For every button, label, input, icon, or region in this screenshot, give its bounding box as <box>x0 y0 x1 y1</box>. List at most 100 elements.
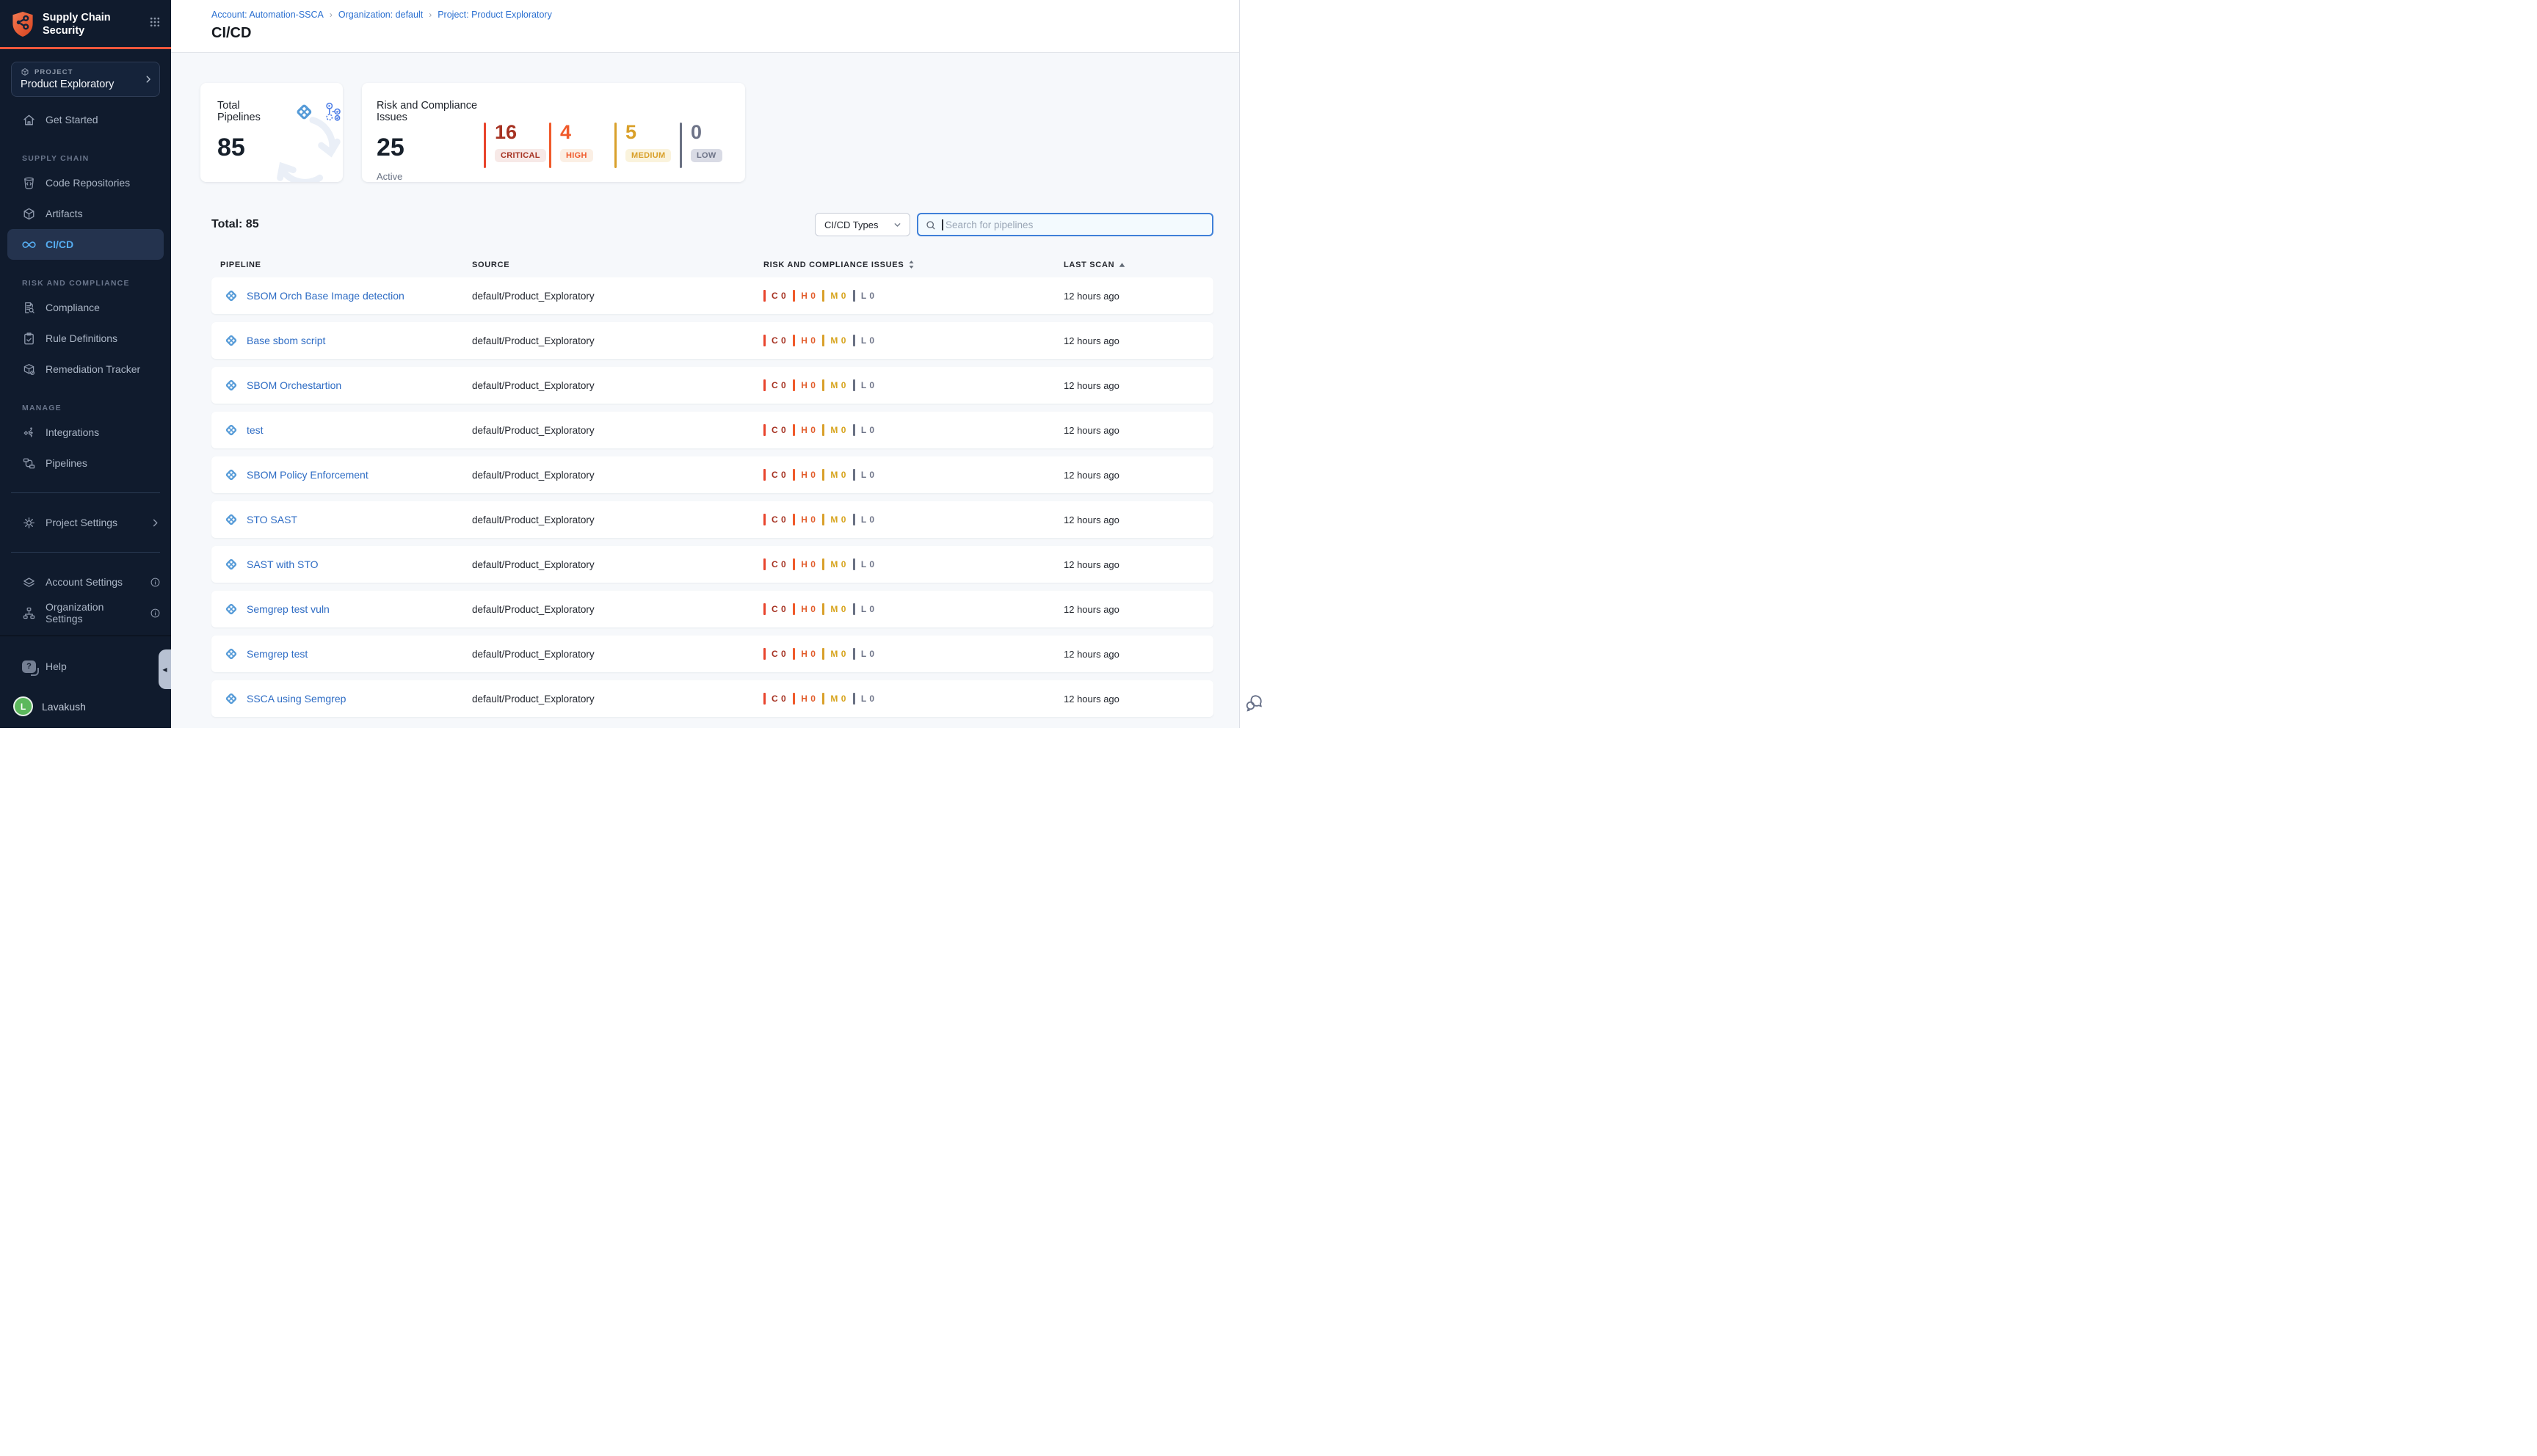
last-scan: 12 hours ago <box>1064 649 1213 660</box>
severity-chip-c: C 0 <box>763 514 786 525</box>
severity-chip-l: L 0 <box>853 424 875 436</box>
pipeline-name-link[interactable]: STO SAST <box>225 513 472 526</box>
chip-bar <box>822 379 824 391</box>
pipeline-diamond-icon <box>225 289 238 302</box>
sidebar-item-project-settings[interactable]: Project Settings <box>0 507 171 538</box>
sidebar-item-account-settings[interactable]: Account Settings <box>0 567 171 597</box>
last-scan: 12 hours ago <box>1064 380 1213 391</box>
pipeline-diamond-icon <box>225 692 238 705</box>
breadcrumb-link-0[interactable]: Account: Automation-SSCA <box>211 10 324 20</box>
severity-summary: 16 CRITICAL 4 HIGH 5 MEDIUM 0 LOW <box>484 123 745 182</box>
app-switcher-grid-icon[interactable] <box>149 16 161 28</box>
cicd-types-dropdown[interactable]: CI/CD Types <box>815 213 910 236</box>
search-input[interactable] <box>918 214 1212 235</box>
chip-bar <box>763 379 766 391</box>
severity-badge: CRITICAL <box>495 149 546 162</box>
chip-bar <box>793 603 795 615</box>
sidebar-item-get-started[interactable]: Get Started <box>0 104 171 135</box>
chip-bar <box>853 335 855 346</box>
sidebar-collapse-handle[interactable]: ◀ <box>159 649 171 689</box>
pipeline-name-link[interactable]: Semgrep test <box>225 647 472 660</box>
pipeline-name-link[interactable]: SBOM Orchestartion <box>225 379 472 392</box>
code-repo-icon <box>22 176 36 190</box>
risk-chips: C 0 H 0 M 0 L 0 <box>763 603 1064 615</box>
severity-chip-h: H 0 <box>793 514 816 525</box>
info-icon <box>150 608 161 619</box>
user-menu[interactable]: L Lavakush <box>0 691 171 716</box>
doc-search-icon <box>22 301 36 315</box>
severity-chip-m: M 0 <box>822 424 846 436</box>
pipeline-name-link[interactable]: Semgrep test vuln <box>225 603 472 616</box>
sidebar-item-help[interactable]: ? Help <box>0 651 171 682</box>
chip-bar <box>853 693 855 705</box>
table-row[interactable]: test default/Product_Exploratory C 0 H 0… <box>211 412 1213 448</box>
sidebar-divider <box>11 492 160 493</box>
pipeline-source: default/Product_Exploratory <box>472 559 763 570</box>
severity-low: 0 LOW <box>680 123 745 182</box>
last-scan: 12 hours ago <box>1064 470 1213 481</box>
column-header-last-scan[interactable]: LAST SCAN <box>1064 260 1213 269</box>
table-row[interactable]: SAST with STO default/Product_Explorator… <box>211 546 1213 583</box>
sidebar-item-pipelines[interactable]: Pipelines <box>0 448 171 478</box>
column-header-risk-and-compliance-issues[interactable]: RISK AND COMPLIANCE ISSUES <box>763 260 1064 269</box>
severity-chip-h: H 0 <box>793 379 816 391</box>
risk-chips: C 0 H 0 M 0 L 0 <box>763 693 1064 705</box>
severity-chip-l: L 0 <box>853 514 875 525</box>
sidebar-item-code-repositories[interactable]: Code Repositories <box>0 167 171 198</box>
sidebar-item-remediation-tracker[interactable]: Remediation Tracker <box>0 354 171 385</box>
sidebar-item-ci-cd[interactable]: CI/CD <box>7 229 164 260</box>
chip-bar <box>763 603 766 615</box>
pipeline-name-link[interactable]: SSCA using Semgrep <box>225 692 472 705</box>
sidebar-item-organization-settings[interactable]: Organization Settings <box>0 597 171 628</box>
pipeline-source: default/Product_Exploratory <box>472 425 763 436</box>
table-row[interactable]: SBOM Orchestartion default/Product_Explo… <box>211 367 1213 404</box>
share-nodes-icon <box>22 426 36 440</box>
table-row[interactable]: Base sbom script default/Product_Explora… <box>211 322 1213 359</box>
support-chat-bubbles-icon[interactable] <box>1245 694 1264 712</box>
project-selector[interactable]: PROJECT Product Exploratory <box>11 62 160 97</box>
total-pipelines-value: 85 <box>217 135 343 160</box>
pipeline-name-link[interactable]: SBOM Policy Enforcement <box>225 468 472 481</box>
severity-chip-h: H 0 <box>793 335 816 346</box>
table-row[interactable]: Semgrep test default/Product_Exploratory… <box>211 636 1213 672</box>
sidebar-item-integrations[interactable]: Integrations <box>0 417 171 448</box>
project-label: PROJECT <box>35 68 73 76</box>
breadcrumb: Account: Automation-SSCA›Organization: d… <box>211 10 1239 20</box>
chip-bar <box>822 514 824 525</box>
chip-bar <box>763 424 766 436</box>
chip-bar <box>793 469 795 481</box>
severity-chip-m: M 0 <box>822 693 846 705</box>
pipeline-source: default/Product_Exploratory <box>472 604 763 615</box>
sidebar-item-compliance[interactable]: Compliance <box>0 292 171 323</box>
sidebar-item-artifacts[interactable]: Artifacts <box>0 198 171 229</box>
table-row[interactable]: STO SAST default/Product_Exploratory C 0… <box>211 501 1213 538</box>
table-row[interactable]: SBOM Policy Enforcement default/Product_… <box>211 456 1213 493</box>
pipeline-name-link[interactable]: SAST with STO <box>225 558 472 571</box>
pipeline-name-link[interactable]: test <box>225 423 472 437</box>
project-cube-icon <box>21 68 29 76</box>
table-row[interactable]: SSCA using Semgrep default/Product_Explo… <box>211 680 1213 717</box>
table-row[interactable]: Semgrep test vuln default/Product_Explor… <box>211 591 1213 627</box>
chip-bar <box>822 290 824 302</box>
last-scan: 12 hours ago <box>1064 335 1213 346</box>
infinity-icon <box>22 238 36 252</box>
chip-bar <box>793 514 795 525</box>
severity-bar <box>549 123 551 168</box>
breadcrumb-link-2[interactable]: Project: Product Exploratory <box>438 10 552 20</box>
pipeline-name-link[interactable]: SBOM Orch Base Image detection <box>225 289 472 302</box>
chip-bar <box>853 603 855 615</box>
severity-chip-m: M 0 <box>822 290 846 302</box>
pipeline-source: default/Product_Exploratory <box>472 335 763 346</box>
pipeline-name-link[interactable]: Base sbom script <box>225 334 472 347</box>
chip-bar <box>763 558 766 570</box>
table-row[interactable]: SBOM Orch Base Image detection default/P… <box>211 277 1213 314</box>
accent-divider <box>0 47 171 49</box>
sidebar-section-manage: MANAGE <box>0 404 171 412</box>
sidebar-item-rule-definitions[interactable]: Rule Definitions <box>0 323 171 354</box>
severity-chip-c: C 0 <box>763 335 786 346</box>
last-scan: 12 hours ago <box>1064 425 1213 436</box>
risk-chips: C 0 H 0 M 0 L 0 <box>763 648 1064 660</box>
risk-chips: C 0 H 0 M 0 L 0 <box>763 335 1064 346</box>
breadcrumb-link-1[interactable]: Organization: default <box>338 10 423 20</box>
pipeline-source: default/Product_Exploratory <box>472 649 763 660</box>
